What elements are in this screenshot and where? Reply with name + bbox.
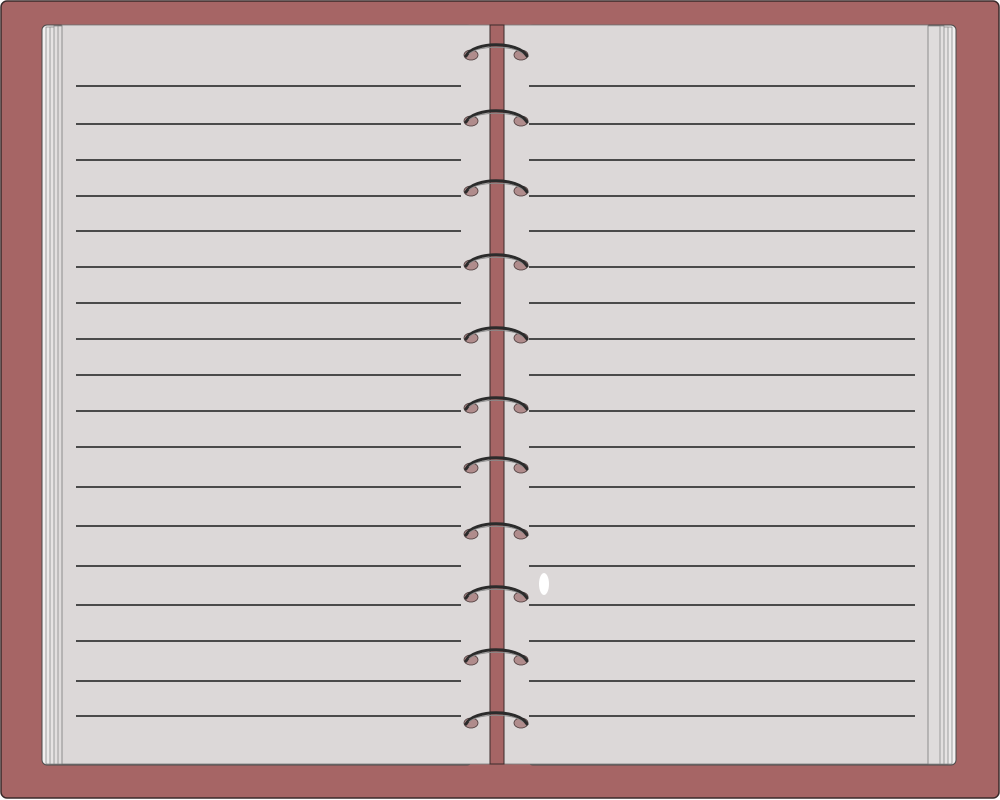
notebook-illustration [0, 0, 1000, 800]
right-page [503, 24, 929, 765]
page-highlight-mark [539, 573, 549, 595]
left-page [61, 24, 493, 765]
notebook-svg [0, 0, 1000, 799]
notebook-spine [489, 24, 505, 765]
